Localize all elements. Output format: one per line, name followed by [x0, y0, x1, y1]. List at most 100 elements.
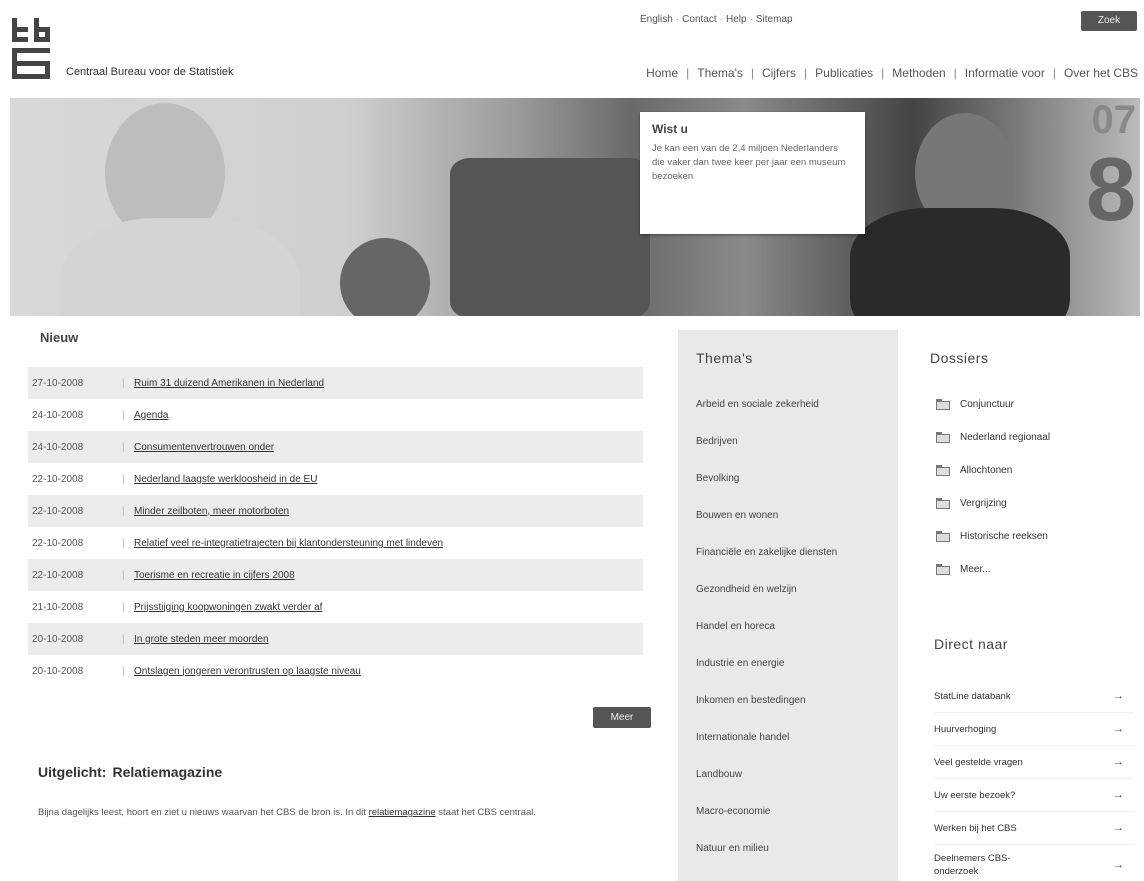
utility-link-english[interactable]: English [640, 14, 673, 25]
themes-list: Arbeid en sociale zekerheid Bedrijven Bevo… [696, 386, 880, 867]
news-link[interactable]: Toerisme en recreatie in cijfers 2008 [134, 570, 295, 581]
theme-link[interactable]: Arbeid en sociale zekerheid [696, 386, 880, 423]
news-row: 22-10-2008 | Minder zeilboten, meer motorb… [28, 495, 643, 527]
direct-link[interactable]: Uw eerste bezoek? → [934, 779, 1134, 812]
separator: | [122, 569, 125, 581]
nav-methods[interactable]: Methoden [892, 66, 945, 80]
year-top: 07 [1091, 98, 1137, 142]
news-date: 24-10-2008 [32, 441, 84, 453]
themes-title: Thema's [696, 350, 753, 366]
theme-link[interactable]: Bedrijven [696, 423, 880, 460]
featured-heading: Relatiemagazine [112, 764, 223, 780]
nav-home[interactable]: Home [646, 66, 678, 80]
nav-publications[interactable]: Publicaties [815, 66, 873, 80]
dossier-link[interactable]: Conjunctuur [930, 388, 1130, 421]
separator: | [804, 66, 808, 80]
nav-themes[interactable]: Thema's [697, 66, 743, 80]
cbs-logo[interactable] [12, 18, 50, 80]
news-date: 20-10-2008 [32, 633, 84, 645]
folder-icon [936, 399, 950, 410]
theme-link[interactable]: Bevolking [696, 460, 880, 497]
theme-link[interactable]: Gezondheid en welzijn [696, 571, 880, 608]
news-link[interactable]: In grote steden meer moorden [134, 634, 269, 645]
separator: | [122, 473, 125, 485]
news-row: 22-10-2008 | Toerisme en recreatie in cijf… [28, 559, 643, 591]
featured-text-end: staat het CBS centraal. [435, 807, 536, 818]
direct-link[interactable]: StatLine databank → [934, 680, 1134, 713]
folder-icon [936, 531, 950, 542]
featured-text-start: Bijna dagelijks leest, hoort en ziet u n… [38, 807, 369, 818]
news-link[interactable]: Ontslagen jongeren verontrusten op laags… [134, 666, 361, 677]
theme-link[interactable]: Natuur en milieu [696, 830, 880, 867]
direct-list: StatLine databank → Huurverhoging → Veel ges… [934, 680, 1134, 881]
arrow-right-icon: → [1113, 822, 1124, 834]
news-link[interactable]: Relatief veel re-integratietrajecten bij… [134, 538, 443, 549]
more-news-button[interactable]: Meer [593, 707, 651, 728]
arrow-right-icon: → [1113, 690, 1124, 702]
search-button[interactable]: Zoek [1081, 11, 1137, 31]
news-link[interactable]: Nederland laagste werkloosheid in de EU [134, 474, 317, 485]
utility-link-sitemap[interactable]: Sitemap [756, 14, 793, 25]
news-date: 22-10-2008 [32, 569, 84, 581]
dossier-link[interactable]: Allochtonen [930, 454, 1130, 487]
news-link[interactable]: Ruim 31 duizend Amerikanen in Nederland [134, 378, 324, 389]
theme-link[interactable]: Landbouw [696, 756, 880, 793]
direct-label: StatLine databank [934, 690, 1011, 702]
news-row: 20-10-2008 | In grote steden meer moorden [28, 623, 643, 655]
news-date: 27-10-2008 [32, 377, 84, 389]
theme-link[interactable]: Internationale handel [696, 719, 880, 756]
featured-text: Bijna dagelijks leest, hoort en ziet u n… [38, 804, 648, 821]
separator: | [122, 441, 125, 453]
arrow-right-icon: → [1113, 858, 1124, 871]
news-link[interactable]: Prijsstijging koopwoningen zwakt verder … [134, 602, 322, 613]
news-row: 22-10-2008 | Nederland laagste werklooshei… [28, 463, 643, 495]
did-you-know-text: Je kan een van de 2,4 miljoen Nederlande… [652, 143, 846, 182]
nav-about-cbs[interactable]: Over het CBS [1064, 66, 1138, 80]
news-date: 22-10-2008 [32, 505, 84, 517]
separator: | [1052, 66, 1056, 80]
direct-label: Veel gestelde vragen [934, 756, 1023, 768]
theme-link[interactable]: Macro-economie [696, 793, 880, 830]
featured-link[interactable]: relatiemagazine [369, 807, 436, 818]
theme-link[interactable]: Inkomen en bestedingen [696, 682, 880, 719]
separator: · [675, 14, 680, 25]
theme-link[interactable]: Industrie en energie [696, 645, 880, 682]
direct-link[interactable]: Veel gestelde vragen → [934, 746, 1134, 779]
dossier-label: Nederland regionaal [960, 432, 1051, 443]
news-link[interactable]: Agenda [134, 410, 168, 421]
news-row: 27-10-2008 | Ruim 31 duizend Amerikanen in… [28, 367, 643, 399]
utility-link-contact[interactable]: Contact [682, 14, 716, 25]
did-you-know-box[interactable]: Wist u Je kan een van de 2,4 miljoen Ned… [640, 112, 865, 234]
separator: | [881, 66, 885, 80]
year-bottom: 8 [1085, 140, 1136, 240]
folder-icon [936, 564, 950, 575]
direct-link[interactable]: Huurverhoging → [934, 713, 1134, 746]
dossier-label: Vergrijzing [960, 498, 1007, 509]
person-left-body [60, 218, 300, 316]
theme-link[interactable]: Handel en horeca [696, 608, 880, 645]
direct-label: Uw eerste bezoek? [934, 789, 1016, 801]
news-date: 22-10-2008 [32, 473, 84, 485]
direct-title: Direct naar [934, 636, 1008, 652]
dossier-link[interactable]: Historische reeksen [930, 520, 1130, 553]
direct-link[interactable]: Deelnemers CBS-onderzoek → [934, 845, 1134, 881]
dossier-link[interactable]: Meer... [930, 553, 1130, 586]
news-link[interactable]: Minder zeilboten, meer motorboten [134, 506, 289, 517]
nav-information-for[interactable]: Informatie voor [965, 66, 1045, 80]
did-you-know-title: Wist u [652, 122, 688, 136]
nav-figures[interactable]: Cijfers [762, 66, 796, 80]
theme-link[interactable]: Financiële en zakelijke diensten [696, 534, 880, 571]
news-row: 22-10-2008 | Relatief veel re-integratietr… [28, 527, 643, 559]
direct-link[interactable]: Werken bij het CBS → [934, 812, 1134, 845]
dossiers-list: Conjunctuur Nederland regionaal Allochtone… [930, 388, 1130, 586]
news-link[interactable]: Consumentenvertrouwen onder [134, 442, 274, 453]
theme-link[interactable]: Bouwen en wonen [696, 497, 880, 534]
utility-link-help[interactable]: Help [726, 14, 747, 25]
dossier-link[interactable]: Nederland regionaal [930, 421, 1130, 454]
arrow-right-icon: → [1113, 756, 1124, 768]
news-list: 27-10-2008 | Ruim 31 duizend Amerikanen in… [28, 367, 658, 687]
folder-icon [936, 465, 950, 476]
news-row: 20-10-2008 | Ontslagen jongeren verontrust… [28, 655, 643, 687]
featured-title: Uitgelicht: Relatiemagazine [38, 764, 658, 780]
dossier-link[interactable]: Vergrijzing [930, 487, 1130, 520]
